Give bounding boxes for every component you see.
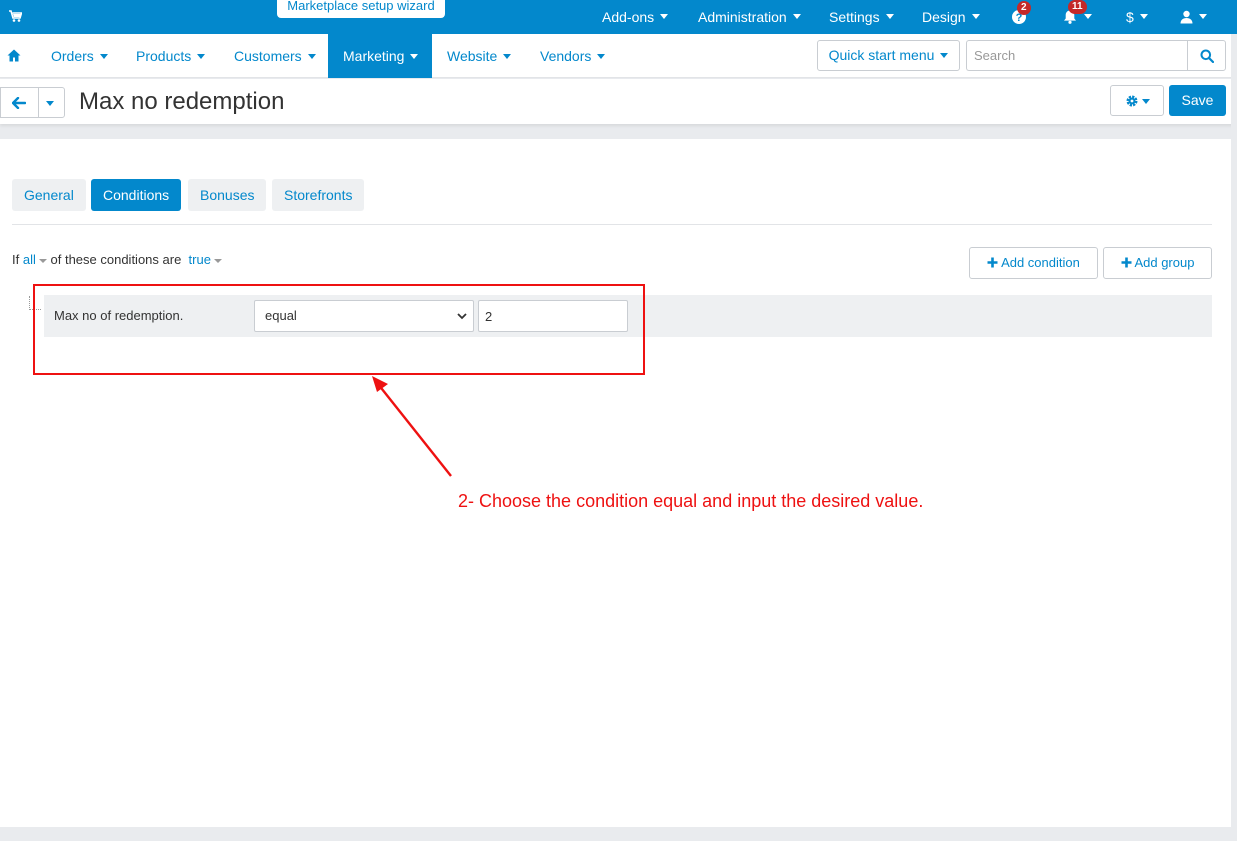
main-navbar: Orders Products Customers Marketing Webs…	[0, 34, 1237, 78]
currency-menu[interactable]: $	[1126, 0, 1148, 34]
setup-wizard-button[interactable]: Marketplace setup wizard	[277, 0, 445, 18]
caret-down-icon	[307, 53, 316, 59]
nav-marketing-label: Marketing	[343, 48, 405, 64]
caret-down-icon	[46, 101, 54, 106]
nav-website[interactable]: Website	[447, 34, 512, 78]
quick-start-label: Quick start menu	[828, 47, 935, 63]
quick-start-menu-button[interactable]: Quick start menu	[817, 40, 960, 71]
true-false-toggle[interactable]: true	[189, 252, 222, 267]
caret-down-icon	[971, 13, 980, 19]
tab-storefronts[interactable]: Storefronts	[272, 179, 365, 211]
back-dropdown-button[interactable]	[38, 87, 65, 118]
currency-label: $	[1126, 9, 1134, 25]
administration-label: Administration	[698, 9, 787, 25]
nav-products-label: Products	[136, 48, 192, 64]
back-button[interactable]	[0, 87, 39, 118]
true-label: true	[188, 252, 211, 267]
nav-marketing[interactable]: Marketing	[328, 34, 432, 78]
condition-group-header: If all of these conditions are true	[12, 252, 222, 267]
administration-menu[interactable]: Administration	[698, 0, 801, 34]
annotation-arrow-icon	[372, 376, 452, 477]
design-label: Design	[922, 9, 966, 25]
tab-bonuses[interactable]: Bonuses	[188, 179, 267, 211]
search-button[interactable]	[1187, 40, 1226, 71]
caret-down-icon	[660, 13, 669, 19]
annotation-text: 2- Choose the condition equal and input …	[458, 491, 924, 511]
tabs-divider	[12, 224, 1212, 225]
cart-icon[interactable]	[8, 9, 22, 23]
nav-customers[interactable]: Customers	[234, 34, 316, 78]
addons-label: Add-ons	[602, 9, 655, 25]
caret-down-icon	[940, 52, 949, 58]
page-title: Max no redemption	[79, 88, 285, 115]
home-icon	[7, 49, 21, 62]
page-header: Max no redemption Save	[0, 79, 1237, 124]
user-menu[interactable]	[1180, 0, 1207, 34]
add-group-label: Add group	[1134, 255, 1195, 270]
condition-middle-text: of these conditions are	[50, 252, 182, 267]
home-link[interactable]	[0, 34, 28, 78]
condition-prefix: If	[12, 252, 20, 267]
notifications-badge: 11	[1068, 0, 1087, 14]
add-condition-label: Add condition	[1001, 255, 1080, 270]
nav-orders-label: Orders	[51, 48, 94, 64]
nav-vendors[interactable]: Vendors	[540, 34, 606, 78]
annotation-highlight-box	[33, 284, 645, 375]
nav-vendors-label: Vendors	[540, 48, 592, 64]
search-input[interactable]	[966, 40, 1187, 71]
caret-down-icon	[597, 53, 606, 59]
caret-down-icon	[38, 258, 47, 263]
add-group-button[interactable]: Add group	[1103, 247, 1212, 279]
arrow-left-icon	[12, 97, 26, 109]
settings-menu[interactable]: Settings	[829, 0, 894, 34]
settings-label: Settings	[829, 9, 880, 25]
save-button[interactable]: Save	[1169, 85, 1226, 116]
user-icon	[1180, 10, 1193, 24]
nav-products[interactable]: Products	[136, 34, 206, 78]
plus-icon	[987, 257, 998, 268]
tab-conditions[interactable]: Conditions	[91, 179, 182, 211]
caret-down-icon	[503, 53, 512, 59]
page-edge	[1231, 34, 1237, 841]
addons-menu[interactable]: Add-ons	[602, 0, 669, 34]
caret-down-icon	[197, 53, 206, 59]
caret-down-icon	[410, 53, 419, 59]
caret-down-icon	[213, 258, 222, 263]
design-menu[interactable]: Design	[922, 0, 980, 34]
caret-down-icon	[885, 13, 894, 19]
nav-customers-label: Customers	[234, 48, 302, 64]
search-icon	[1200, 49, 1214, 63]
nav-website-label: Website	[447, 48, 498, 64]
all-any-toggle[interactable]: all	[23, 252, 47, 267]
caret-down-icon	[1199, 13, 1207, 19]
add-condition-button[interactable]: Add condition	[969, 247, 1098, 279]
caret-down-icon	[792, 13, 801, 19]
settings-gear-button[interactable]	[1110, 85, 1164, 116]
tab-general[interactable]: General	[12, 179, 86, 211]
caret-down-icon	[1084, 13, 1092, 19]
gear-icon	[1126, 95, 1138, 107]
content-card	[0, 139, 1231, 827]
all-label: all	[22, 252, 36, 267]
help-badge: 2	[1017, 1, 1031, 15]
caret-down-icon	[99, 53, 108, 59]
caret-down-icon	[1142, 99, 1150, 104]
plus-icon	[1121, 257, 1132, 268]
caret-down-icon	[1139, 13, 1148, 19]
nav-orders[interactable]: Orders	[51, 34, 108, 78]
top-bar: Marketplace setup wizard Add-ons Adminis…	[0, 0, 1237, 34]
